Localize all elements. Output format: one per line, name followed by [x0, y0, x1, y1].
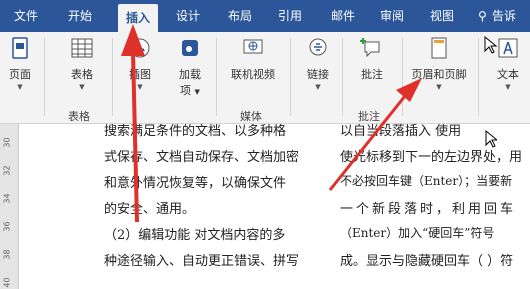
annotation-arrows — [121, 24, 422, 223]
